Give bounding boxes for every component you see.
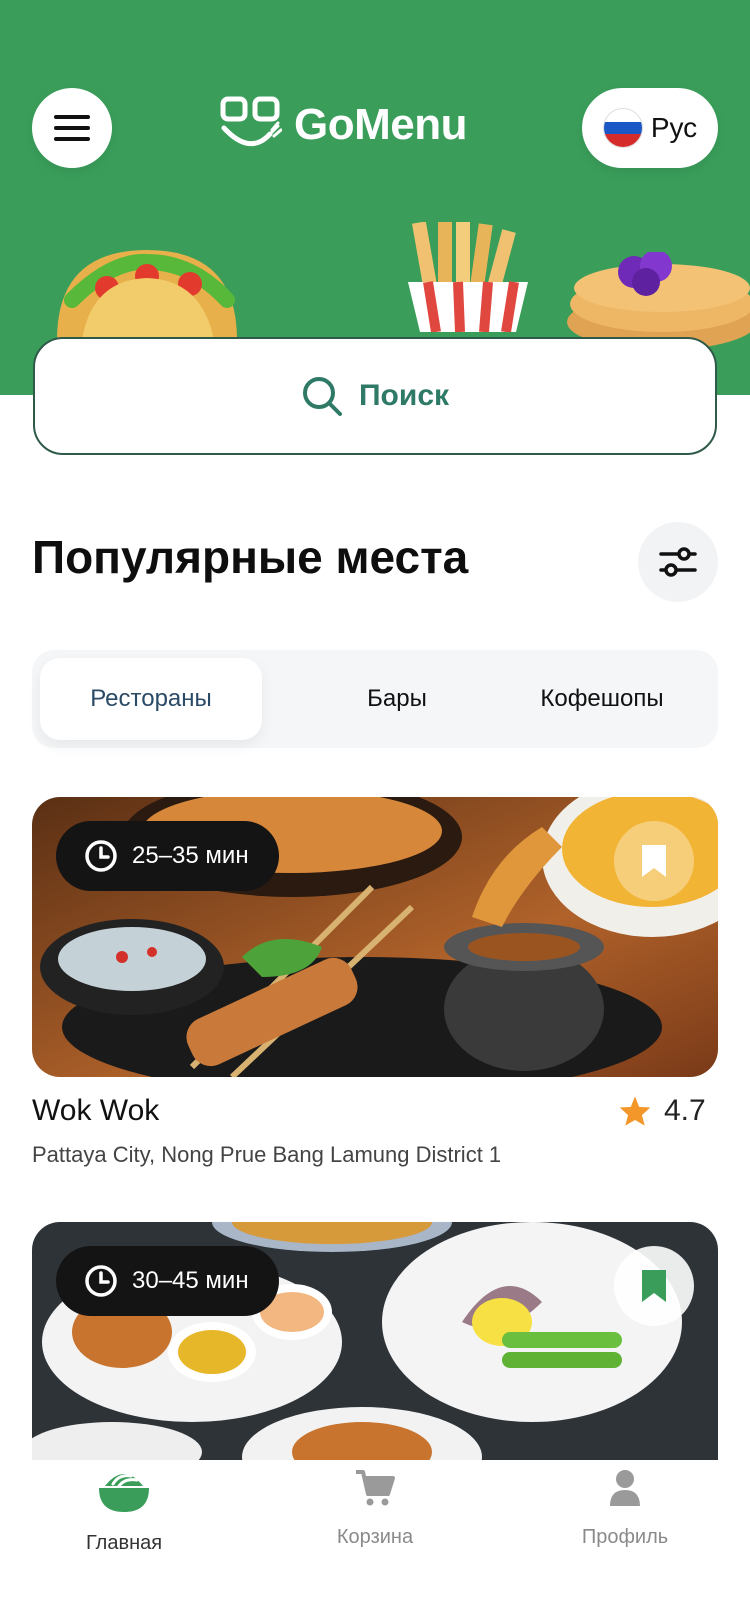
bookmark-icon	[642, 845, 666, 877]
tabbar-profile[interactable]: Профиль	[525, 1468, 725, 1549]
filter-button[interactable]	[638, 522, 718, 602]
fries-illustration	[408, 222, 528, 332]
bottom-tab-bar: Главная Корзина Профиль	[0, 1460, 750, 1624]
search-bar[interactable]: Поиск	[33, 337, 717, 455]
app-name: GoMenu	[294, 100, 467, 149]
place-name[interactable]: Wok Wok	[32, 1094, 159, 1128]
language-selector[interactable]: Рус	[582, 88, 718, 168]
tab-coffeeshops[interactable]: Кофешопы	[502, 658, 702, 740]
section-title: Популярные места	[32, 531, 469, 583]
app-logo: GoMenu	[220, 96, 467, 154]
bookmark-button[interactable]	[614, 1246, 694, 1326]
cart-icon	[356, 1470, 395, 1506]
bowl-icon	[99, 1474, 149, 1512]
clock-icon	[85, 840, 117, 872]
search-icon	[302, 377, 342, 416]
category-tabs: Рестораны Бары Кофешопы	[32, 650, 718, 748]
sliders-icon	[659, 547, 697, 577]
rating: 4.7	[618, 1094, 706, 1128]
tabbar-home-label: Главная	[85, 1532, 163, 1554]
hamburger-icon	[54, 115, 90, 141]
tabbar-cart[interactable]: Корзина	[275, 1468, 475, 1549]
profile-icon	[610, 1470, 640, 1506]
place-address: Pattaya City, Nong Prue Bang Lamung Dist…	[32, 1142, 502, 1167]
tab-bars[interactable]: Бары	[312, 658, 482, 740]
menu-button[interactable]	[32, 88, 112, 168]
star-icon	[619, 1096, 651, 1126]
delivery-time-badge: 30–45 мин	[56, 1246, 279, 1316]
bookmark-icon	[642, 1270, 666, 1302]
russia-flag-icon	[602, 108, 643, 148]
logo-icon	[220, 96, 282, 146]
search-label: Поиск	[358, 379, 450, 412]
tabbar-home[interactable]: Главная	[24, 1468, 224, 1555]
delivery-time-badge: 25–35 мин	[56, 821, 279, 891]
clock-icon	[85, 1265, 117, 1297]
tabbar-profile-label: Профиль	[581, 1526, 669, 1548]
language-label: Рус	[650, 112, 698, 143]
tab-restaurants[interactable]: Рестораны	[40, 658, 262, 740]
bookmark-button[interactable]	[614, 821, 694, 901]
delivery-time: 25–35 мин	[132, 842, 249, 869]
pancake-illustration	[567, 252, 750, 348]
rating-value: 4.7	[664, 1094, 706, 1127]
place-card-image[interactable]: 30–45 мин	[32, 1222, 718, 1462]
tabbar-cart-label: Корзина	[336, 1526, 414, 1548]
taco-illustration	[57, 250, 237, 340]
delivery-time: 30–45 мин	[132, 1267, 249, 1294]
place-card-image[interactable]: 25–35 мин	[32, 797, 718, 1077]
header: GoMenu Рус	[0, 0, 750, 395]
